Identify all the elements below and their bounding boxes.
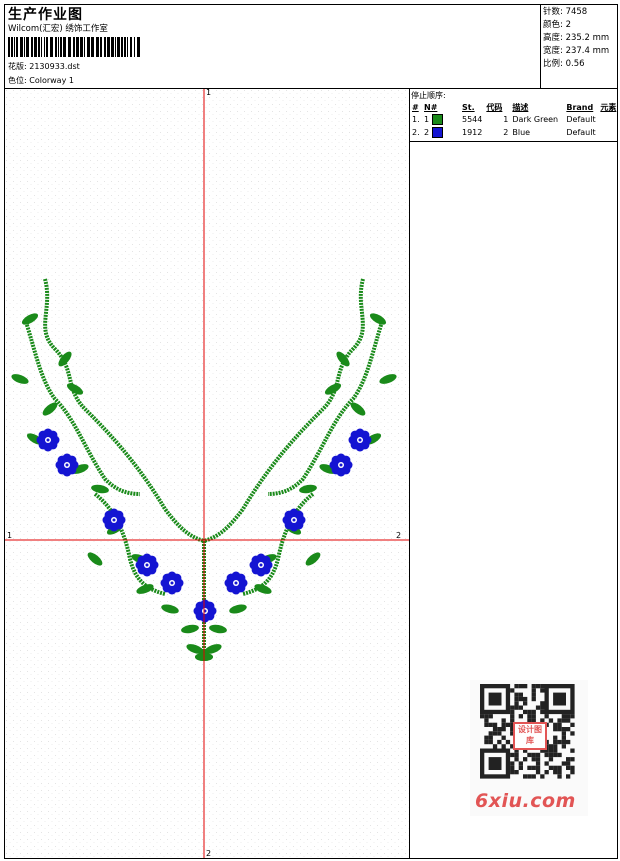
stats-divider <box>540 4 541 88</box>
col-code: 代码 <box>486 102 503 112</box>
design-row: 花版: 2130933.dst <box>8 62 80 72</box>
watermark-seal: 设计图库 <box>513 722 547 750</box>
stop-element <box>598 126 618 139</box>
stop-needle: 1 <box>422 113 460 126</box>
company-name: Wilcom(汇宏) 绣饰工作室 <box>8 24 108 34</box>
stop-sequence-title: 停止顺序: <box>411 91 446 100</box>
stat-scale: 比例: 0.56 <box>543 59 585 69</box>
flower <box>55 453 79 477</box>
design-label: 花版: <box>8 62 27 71</box>
flower <box>193 599 217 623</box>
canvas-divider <box>409 88 410 859</box>
stop-index: 2. <box>412 128 420 137</box>
stop-code: 2 <box>503 128 509 137</box>
flower <box>224 571 248 595</box>
stop-row: 1. 1 5544 1 Dark Green Default <box>410 113 618 126</box>
col-needle: N# <box>424 102 438 112</box>
col-element: 元素 <box>600 102 617 112</box>
flower <box>329 453 353 477</box>
stop-brand: Default <box>566 128 596 137</box>
design-canvas <box>5 89 409 858</box>
colorway-label: 色位: <box>8 76 27 85</box>
stop-code: 1 <box>503 115 509 124</box>
stop-index: 1. <box>412 115 420 124</box>
axis-label-bottom: 2 <box>206 849 212 858</box>
stop-description: Dark Green <box>512 115 559 124</box>
stop-table-bottom-line <box>409 141 618 142</box>
axis-label-right: 2 <box>396 531 402 540</box>
stop-brand: Default <box>566 115 596 124</box>
flower <box>249 553 273 577</box>
stop-table-header: # N# St. 代码 描述 Brand 元素 <box>410 101 618 113</box>
axis-label-left: 1 <box>7 531 13 540</box>
col-stitches: St. <box>462 102 475 112</box>
barcode <box>8 37 140 57</box>
flower <box>160 571 184 595</box>
design-value: 2130933.dst <box>29 62 80 71</box>
stop-sequence-table: # N# St. 代码 描述 Brand 元素 1. 1 5544 1 Dark Gr… <box>410 101 618 139</box>
flower <box>102 508 126 532</box>
flower <box>282 508 306 532</box>
watermark-site: 6xiu.com <box>475 790 576 812</box>
colorway-row: 色位: Colorway 1 <box>8 76 74 86</box>
page-title: 生产作业图 <box>8 7 83 23</box>
stat-colors: 颜色: 2 <box>543 20 571 30</box>
stop-row: 2. 2 1912 2 Blue Default <box>410 126 618 139</box>
axis-label-top: 1 <box>206 88 212 97</box>
stat-height: 高度: 235.2 mm <box>543 33 610 43</box>
stop-needle: 2 <box>422 126 460 139</box>
stat-stitches: 针数: 7458 <box>543 7 588 17</box>
col-index: # <box>412 102 419 112</box>
colorway-value: Colorway 1 <box>29 76 74 85</box>
col-description: 描述 <box>512 102 529 112</box>
flower <box>348 428 372 452</box>
stop-element <box>598 113 618 126</box>
flower <box>135 553 159 577</box>
stop-stitches: 5544 <box>462 115 483 124</box>
stats-panel: 针数: 7458 颜色: 2 高度: 235.2 mm 宽度: 237.4 mm… <box>543 6 609 71</box>
stat-width: 宽度: 237.4 mm <box>543 46 610 56</box>
stop-description: Blue <box>512 128 531 137</box>
flower <box>36 428 60 452</box>
color-swatch <box>431 114 443 125</box>
color-swatch <box>431 127 443 138</box>
col-brand: Brand <box>566 102 594 112</box>
stop-stitches: 1912 <box>462 128 483 137</box>
